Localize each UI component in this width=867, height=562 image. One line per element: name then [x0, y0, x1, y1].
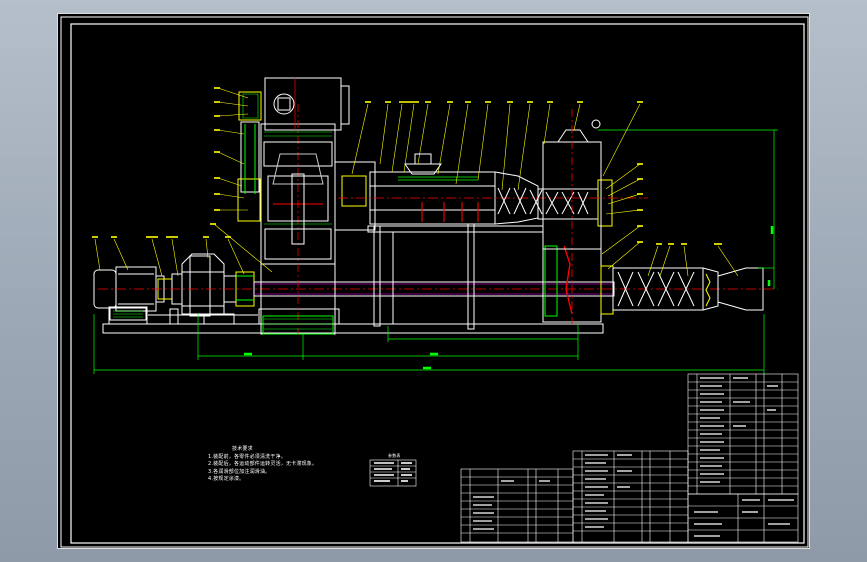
parts-list-right	[687, 373, 799, 495]
parts-list-lower-left	[460, 468, 574, 543]
technical-requirements-heading: 技术要求	[232, 446, 253, 452]
lower-extruder	[600, 265, 764, 315]
right-housing	[542, 109, 602, 324]
inner-frame	[70, 23, 805, 544]
dimension-values	[244, 226, 774, 370]
upper-screw	[421, 187, 589, 222]
parameter-table	[369, 459, 417, 487]
requirement-line-2: 2.装配后，各运动部件运转灵活，无卡滞现象。	[208, 461, 318, 467]
barrel-support	[367, 223, 544, 330]
dimension-lines	[93, 129, 778, 374]
requirement-line-3: 3.各润滑部位加注润滑油。	[208, 468, 271, 475]
base-frame	[102, 306, 604, 334]
requirement-line-1: 1.装配前，各零件必须清洗干净。	[208, 453, 286, 460]
title-block	[687, 493, 799, 543]
main-shaft	[98, 281, 778, 297]
drive-motor-left	[93, 266, 165, 321]
gear-reducer-left	[157, 253, 255, 317]
technical-requirements: 技术要求 1.装配前，各零件必须清洗干净。 2.装配后，各运动部件运转灵活，无卡…	[208, 446, 317, 484]
parameter-table-caption: 参数表	[388, 453, 401, 458]
belt-drive	[237, 121, 261, 222]
drawing-sheet: 技术要求 1.装配前，各零件必须清洗干净。 2.装配后，各运动部件运转灵活，无卡…	[57, 13, 810, 549]
parts-list-lower-mid	[572, 450, 689, 543]
gearbox-tower	[260, 104, 336, 335]
cad-drawing	[60, 16, 809, 548]
leader-lines	[94, 87, 739, 277]
requirement-line-4: 4.按规定涂漆。	[208, 476, 245, 482]
